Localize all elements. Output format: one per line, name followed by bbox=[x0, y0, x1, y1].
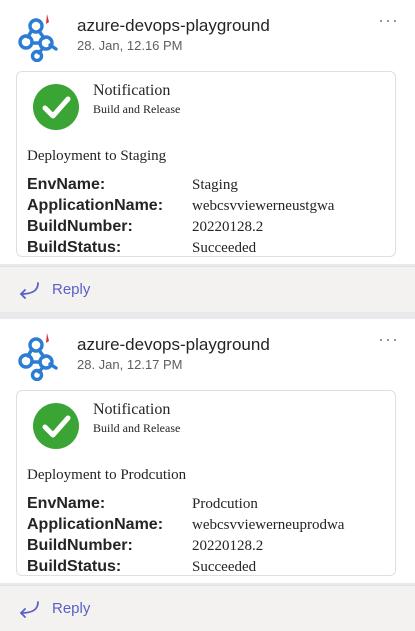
fact-value: 20220128.2 bbox=[192, 219, 264, 235]
reply-button[interactable]: Reply bbox=[0, 266, 415, 312]
fact-set: EnvName: Staging ApplicationName: webcsv… bbox=[27, 176, 387, 260]
fact-set: EnvName: Prodcution ApplicationName: web… bbox=[27, 495, 387, 579]
fact-value: Prodcution bbox=[192, 496, 258, 512]
fact-row: ApplicationName: webcsvviewerneustgwa bbox=[27, 197, 387, 218]
fact-key: ApplicationName: bbox=[27, 516, 164, 533]
card-subtitle: Build and Release bbox=[93, 102, 181, 116]
fact-key: BuildNumber: bbox=[27, 537, 133, 554]
bot-avatar-icon[interactable] bbox=[16, 331, 66, 382]
card-subtitle: Build and Release bbox=[93, 421, 181, 435]
fact-row: BuildStatus: Succeeded bbox=[27, 239, 387, 260]
reply-label: Reply bbox=[52, 600, 91, 617]
fact-value: 20220128.2 bbox=[192, 538, 264, 554]
card-title: Notification bbox=[93, 82, 171, 99]
fact-key: BuildStatus: bbox=[27, 239, 122, 256]
sender-name: azure-devops-playground bbox=[77, 16, 270, 35]
reply-label: Reply bbox=[52, 281, 91, 298]
message-card: azure-devops-playground 28. Jan, 12.16 P… bbox=[0, 0, 415, 264]
adaptive-card: Notification Build and Release Deploymen… bbox=[16, 390, 396, 576]
message-timestamp: 28. Jan, 12.17 PM bbox=[77, 357, 183, 372]
more-options-icon[interactable]: ··· bbox=[378, 10, 399, 31]
fact-value: Succeeded bbox=[192, 240, 257, 256]
fact-key: ApplicationName: bbox=[27, 197, 164, 214]
bot-avatar-icon[interactable] bbox=[16, 12, 66, 63]
fact-value: Staging bbox=[192, 177, 238, 193]
fact-row: BuildNumber: 20220128.2 bbox=[27, 537, 387, 558]
reply-arrow-icon bbox=[18, 281, 40, 299]
fact-row: BuildNumber: 20220128.2 bbox=[27, 218, 387, 239]
fact-row: BuildStatus: Succeeded bbox=[27, 558, 387, 579]
message-timestamp: 28. Jan, 12.16 PM bbox=[77, 38, 183, 53]
card-description: Deployment to Prodcution bbox=[27, 467, 187, 483]
fact-row: EnvName: Staging bbox=[27, 176, 387, 197]
fact-value: Succeeded bbox=[192, 559, 257, 575]
adaptive-card: Notification Build and Release Deploymen… bbox=[16, 71, 396, 257]
fact-value: webcsvviewerneustgwa bbox=[192, 198, 335, 214]
fact-key: BuildNumber: bbox=[27, 218, 133, 235]
message-card: azure-devops-playground 28. Jan, 12.17 P… bbox=[0, 319, 415, 583]
sender-name: azure-devops-playground bbox=[77, 335, 270, 354]
fact-row: ApplicationName: webcsvviewerneuprodwa bbox=[27, 516, 387, 537]
card-title: Notification bbox=[93, 401, 171, 418]
fact-key: EnvName: bbox=[27, 495, 106, 512]
check-circle-icon bbox=[33, 84, 79, 130]
more-options-icon[interactable]: ··· bbox=[378, 329, 399, 350]
reply-button[interactable]: Reply bbox=[0, 585, 415, 631]
card-description: Deployment to Staging bbox=[27, 148, 167, 164]
fact-key: EnvName: bbox=[27, 176, 106, 193]
fact-key: BuildStatus: bbox=[27, 558, 122, 575]
fact-row: EnvName: Prodcution bbox=[27, 495, 387, 516]
fact-value: webcsvviewerneuprodwa bbox=[192, 517, 345, 533]
reply-arrow-icon bbox=[18, 600, 40, 618]
check-circle-icon bbox=[33, 403, 79, 449]
